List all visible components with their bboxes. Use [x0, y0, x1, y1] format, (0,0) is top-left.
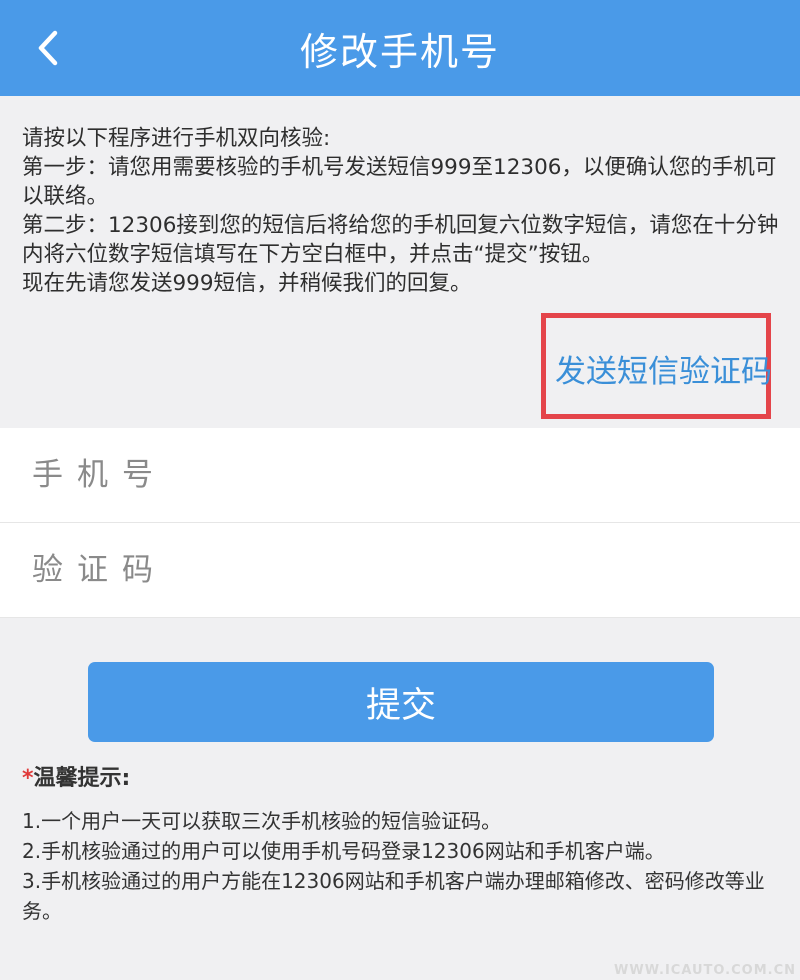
tips-title-text: 温馨提示: — [33, 766, 131, 791]
phone-input[interactable] — [30, 456, 734, 494]
watermark: WWW.ICAUTO.COM.CN — [614, 963, 796, 978]
instruction-line: 第二步：12306接到您的短信后将给您的手机回复六位数字短信，请您在十分钟内将六… — [22, 213, 779, 267]
page-title: 修改手机号 — [299, 29, 500, 74]
tip-item: 3.手机核验通过的用户方能在12306网站和手机客户端办理邮箱修改、密码修改等业… — [22, 869, 765, 923]
tips-section: *温馨提示: 1.一个用户一天可以获取三次手机核验的短信验证码。 2.手机核验通… — [0, 742, 800, 926]
send-code-row: 发送短信验证码 — [0, 298, 800, 428]
tips-title: *温馨提示: — [22, 760, 780, 792]
instructions-text: 请按以下程序进行手机双向核验: 第一步：请您用需要核验的手机号发送短信999至1… — [0, 96, 800, 298]
required-star: * — [22, 766, 34, 791]
back-button[interactable] — [22, 22, 74, 74]
verification-code-input[interactable] — [30, 551, 734, 589]
submit-wrap: 提交 — [0, 618, 800, 742]
tip-item: 2.手机核验通过的用户可以使用手机号码登录12306网站和手机客户端。 — [22, 839, 665, 863]
send-sms-code-button[interactable]: 发送短信验证码 — [541, 313, 772, 419]
app-header: 修改手机号 — [0, 0, 800, 96]
phone-field — [0, 428, 800, 523]
submit-button[interactable]: 提交 — [88, 662, 714, 742]
tips-list: 1.一个用户一天可以获取三次手机核验的短信验证码。 2.手机核验通过的用户可以使… — [22, 806, 780, 926]
chevron-left-icon — [38, 30, 58, 66]
instruction-line: 请按以下程序进行手机双向核验: — [22, 126, 331, 151]
instruction-line: 现在先请您发送999短信，并稍候我们的回复。 — [22, 271, 472, 296]
instruction-line: 第一步：请您用需要核验的手机号发送短信999至12306，以便确认您的手机可以联… — [22, 155, 777, 209]
send-sms-code-label: 发送短信验证码 — [555, 354, 772, 390]
code-field — [0, 523, 800, 618]
tip-item: 1.一个用户一天可以获取三次手机核验的短信验证码。 — [22, 809, 502, 833]
